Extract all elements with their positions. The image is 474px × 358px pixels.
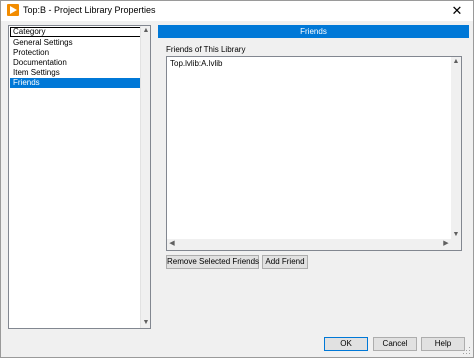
add-friend-button[interactable]: Add Friend	[262, 255, 308, 269]
chevron-left-icon[interactable]: ◀	[167, 239, 177, 249]
category-item-protection[interactable]: Protection	[10, 48, 141, 58]
category-vertical-scrollbar[interactable]: ▲ ▼	[140, 26, 150, 328]
title-bar[interactable]: Top:B - Project Library Properties ✕	[1, 1, 473, 21]
resize-grip-icon[interactable]	[463, 347, 471, 355]
help-button[interactable]: Help	[421, 337, 465, 351]
labview-play-icon	[7, 4, 19, 16]
category-list-panel: Category General Settings Protection Doc…	[8, 25, 151, 329]
category-item-friends[interactable]: Friends	[10, 78, 141, 88]
category-list: General Settings Protection Documentatio…	[10, 38, 141, 88]
ok-button[interactable]: OK	[324, 337, 368, 351]
category-header: Category	[10, 27, 141, 37]
window-title: Top:B - Project Library Properties	[23, 5, 156, 15]
category-item-item-settings[interactable]: Item Settings	[10, 68, 141, 78]
chevron-up-icon[interactable]: ▲	[451, 57, 461, 67]
list-item[interactable]: Top.lvlib:A.lvlib	[170, 59, 222, 69]
scrollbar-corner	[451, 239, 461, 250]
friends-list-label: Friends of This Library	[166, 45, 246, 54]
close-icon: ✕	[451, 3, 463, 18]
friends-list[interactable]: Top.lvlib:A.lvlib ▲ ▼ ◀ ▶	[166, 56, 462, 251]
remove-selected-friends-button[interactable]: Remove Selected Friends	[166, 255, 259, 269]
friends-vertical-scrollbar[interactable]: ▲ ▼	[451, 57, 461, 240]
friends-horizontal-scrollbar[interactable]: ◀ ▶	[167, 239, 451, 250]
category-item-general-settings[interactable]: General Settings	[10, 38, 141, 48]
close-button[interactable]: ✕	[447, 2, 467, 20]
category-item-documentation[interactable]: Documentation	[10, 58, 141, 68]
properties-dialog: Top:B - Project Library Properties ✕ Cat…	[0, 0, 474, 358]
chevron-right-icon[interactable]: ▶	[441, 239, 451, 249]
chevron-down-icon[interactable]: ▼	[141, 318, 151, 328]
chevron-up-icon[interactable]: ▲	[141, 26, 151, 36]
cancel-button[interactable]: Cancel	[373, 337, 417, 351]
section-title: Friends	[158, 25, 469, 38]
